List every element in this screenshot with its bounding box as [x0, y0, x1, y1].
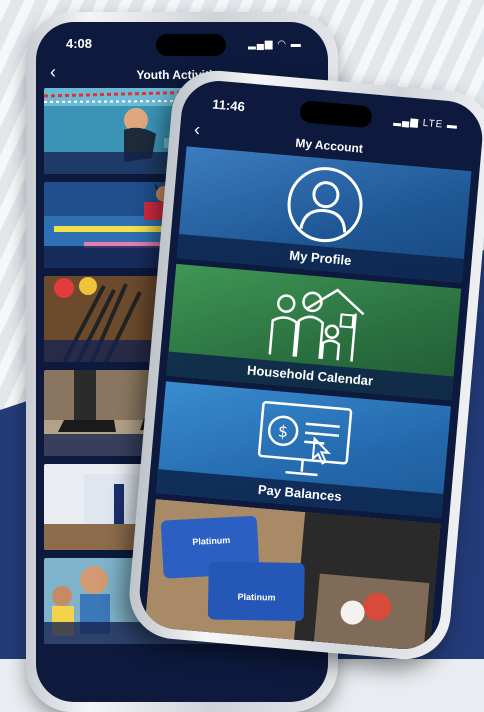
card-logo-text: Platinum: [192, 534, 231, 547]
dollar-monitor-icon: $: [257, 401, 353, 477]
account-tile-cards[interactable]: Platinum Platinum: [144, 498, 441, 653]
back-button[interactable]: ‹: [193, 119, 201, 140]
account-tile-pay-balances[interactable]: $ Pay Balances: [156, 381, 451, 518]
phone-my-account: 11:46 ▂▄▆ LTE ▬ ‹ My Account My Profile: [125, 67, 484, 663]
status-icons: ▂▄▆ LTE ▬: [393, 115, 459, 132]
status-time: 4:08: [66, 36, 93, 51]
account-tile-my-profile[interactable]: My Profile: [176, 146, 472, 283]
status-time: 11:46: [211, 96, 246, 115]
back-button[interactable]: ‹: [50, 62, 56, 83]
svg-text:$: $: [277, 421, 289, 441]
person-icon: [287, 167, 363, 243]
platinum-cards-image: [144, 498, 441, 653]
status-icons: ▂▄▆ ◠ ▬: [248, 39, 302, 50]
account-tile-household-calendar[interactable]: Household Calendar: [166, 263, 462, 401]
phone-screen: 11:46 ▂▄▆ LTE ▬ ‹ My Account My Profile: [136, 77, 484, 653]
family-house-icon: [268, 288, 365, 362]
card-logo-text: Platinum: [237, 591, 276, 603]
dynamic-island: [156, 34, 226, 56]
dynamic-island: [299, 100, 373, 129]
